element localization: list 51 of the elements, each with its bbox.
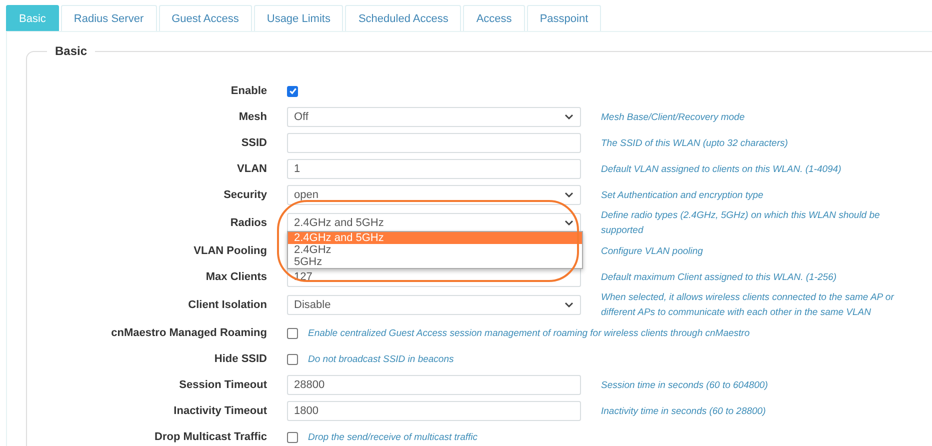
help-text: Define radio types (2.4GHz, 5GHz) on which this WLAN should be supported	[601, 209, 881, 238]
help-text: Set Authentication and encryption type	[601, 188, 764, 202]
select-field[interactable]: Disable	[287, 295, 581, 315]
tab[interactable]: Guest Access	[158, 5, 252, 31]
field-label: cnMaestro Managed Roaming	[110, 327, 267, 339]
help-text: The SSID of this WLAN (upto 32 characters)	[601, 136, 789, 150]
help-text: Default VLAN assigned to clients on this WLAN. (1-4094)	[601, 162, 842, 176]
help-text: Configure VLAN pooling	[601, 244, 704, 258]
field-label: Security	[222, 189, 267, 201]
text-field[interactable]: 1	[287, 159, 581, 179]
chevron-down-icon	[564, 301, 574, 309]
help-text: Session time in seconds (60 to 604800)	[601, 378, 769, 392]
field-label: Inactivity Timeout	[172, 405, 267, 417]
dropdown-option[interactable]: 2.4GHz	[288, 244, 582, 256]
field-label: Session Timeout	[178, 379, 267, 391]
field-label: VLAN Pooling	[192, 245, 267, 257]
help-text: Default maximum Client assigned to this WLAN. (1-256)	[601, 270, 838, 284]
checkbox[interactable]	[287, 328, 298, 338]
field-label: Mesh	[238, 111, 267, 123]
checkbox[interactable]	[287, 86, 298, 96]
chevron-down-icon	[564, 191, 574, 199]
help-text: Mesh Base/Client/Recovery mode	[601, 110, 746, 124]
tab[interactable]: Radius Server	[60, 5, 157, 31]
field-label: SSID	[240, 137, 267, 149]
help-text: When selected, it allows wireless clients connected to the same AP or different APs to communicate with each other in the same VLAN	[601, 291, 896, 320]
section-title: Basic	[54, 44, 88, 58]
tab[interactable]: Passpoint	[526, 5, 602, 31]
dropdown-option[interactable]: 5GHz	[288, 256, 582, 268]
field-label: Enable	[230, 85, 267, 97]
chevron-down-icon	[564, 219, 574, 227]
text-field[interactable]: 1800	[287, 401, 581, 421]
select-field[interactable]: open	[287, 185, 581, 205]
field-label: Client Isolation	[187, 299, 267, 311]
checkbox[interactable]	[287, 432, 298, 442]
field-label: Drop Multicast Traffic	[154, 431, 267, 443]
field-label: Max Clients	[204, 271, 267, 283]
field-label: Radios	[229, 217, 267, 229]
tab[interactable]: Scheduled Access	[345, 5, 462, 31]
tab[interactable]: Usage Limits	[254, 5, 344, 31]
help-text: Do not broadcast SSID in beacons	[308, 352, 454, 366]
help-text: Inactivity time in seconds (60 to 28800)	[601, 404, 767, 418]
select-field[interactable]: Off	[287, 107, 581, 127]
text-field[interactable]	[287, 133, 581, 153]
checkbox[interactable]	[287, 354, 298, 364]
field-label: Hide SSID	[213, 353, 267, 365]
field-label: VLAN	[236, 163, 267, 175]
chevron-down-icon	[564, 113, 574, 121]
help-text: Enable centralized Guest Access session management of roaming for wireless clients through cnMaestro	[308, 326, 750, 340]
tab[interactable]: Access	[463, 5, 525, 31]
help-text: Drop the send/receive of multicast traffic	[308, 430, 478, 444]
text-field[interactable]: 28800	[287, 375, 581, 395]
